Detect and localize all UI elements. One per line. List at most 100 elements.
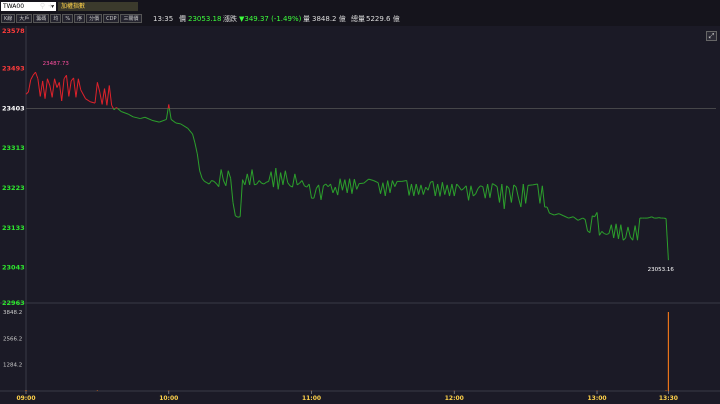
price-segment — [304, 185, 308, 188]
price-axis: 23578 23493 23403 23313 23223 23133 23043 22963 — [2, 27, 25, 307]
price-segment — [389, 180, 393, 193]
toolbar-button[interactable]: 三關價 — [120, 14, 142, 23]
price-segment — [608, 224, 612, 234]
price-segment — [622, 237, 626, 241]
price-segment — [27, 79, 32, 93]
symbol-input-value: TWA00 — [3, 3, 25, 10]
price-segment — [415, 183, 420, 195]
expand-icon[interactable]: ⤢ — [706, 31, 717, 41]
price-segment — [453, 183, 458, 197]
price-segment — [554, 213, 560, 216]
toolbar-button[interactable]: CDP — [103, 14, 120, 23]
price-segment — [275, 168, 279, 190]
price-segment — [632, 225, 636, 241]
y-tick-label: 23493 — [2, 65, 25, 73]
price-segment — [246, 173, 251, 186]
add-icon[interactable]: + — [47, 2, 54, 11]
price-segment — [577, 217, 583, 221]
price-segment — [232, 202, 236, 216]
y-tick-label: 23313 — [2, 144, 25, 152]
search-icon[interactable]: ⚲ — [39, 2, 46, 11]
x-tick-label: 10:00 — [159, 395, 178, 402]
toolbar-button[interactable]: 均 — [50, 14, 62, 23]
price-segment — [196, 153, 201, 171]
price-segment — [68, 80, 72, 97]
price-segment — [649, 216, 652, 219]
price-segment — [199, 170, 203, 179]
volume-bar — [667, 312, 670, 391]
price-segment — [194, 142, 198, 155]
toolbar-button[interactable]: K線 — [1, 14, 16, 23]
price-value: 23053.18 — [188, 15, 222, 23]
price-segment — [132, 116, 141, 120]
price-segment — [501, 183, 505, 209]
volume-value: 3848.2 億 — [312, 15, 346, 23]
price-segment — [204, 180, 208, 184]
price-segment — [465, 185, 470, 201]
volume-axis: 3848.2 2566.2 1284.2 — [3, 310, 22, 369]
price-segment — [451, 183, 455, 197]
volume-bar — [96, 390, 98, 391]
price-segment — [35, 71, 39, 79]
price-segment — [634, 225, 638, 241]
price-segment — [282, 170, 286, 185]
price-segment — [598, 231, 603, 236]
price-segment — [382, 182, 386, 197]
price-segment — [480, 185, 484, 188]
price-segment — [258, 180, 262, 184]
price-segment — [665, 218, 669, 261]
price-segment — [165, 108, 169, 120]
volume-bars — [25, 312, 670, 391]
price-segment — [266, 180, 269, 183]
price-segment — [380, 182, 384, 194]
price-segment — [589, 215, 593, 233]
price-segment — [492, 183, 495, 186]
price-segment — [510, 184, 515, 203]
price-segment — [46, 78, 51, 86]
price-segment — [272, 168, 277, 188]
time-axis: 09:00 10:00 11:00 12:00 13:00 13:30 — [16, 391, 678, 402]
toolbar-button[interactable]: 序 — [74, 14, 86, 23]
toolbar-button[interactable]: 分價 — [86, 14, 103, 23]
toolbar-button[interactable]: % — [62, 14, 74, 23]
price-segment — [140, 116, 146, 120]
volume-bar — [25, 390, 27, 391]
price-segment — [65, 75, 70, 97]
price-segment — [406, 180, 410, 196]
price-segment — [508, 188, 512, 203]
price-segment — [441, 182, 446, 195]
price-segment — [330, 183, 334, 194]
price-segment — [391, 180, 396, 187]
price-segment — [90, 101, 96, 104]
price-segment — [627, 226, 631, 238]
price-segment — [413, 183, 417, 197]
volume-tick-label: 2566.2 — [3, 336, 22, 342]
price-segment — [159, 118, 167, 123]
price-segment — [318, 184, 322, 201]
price-segment — [346, 178, 351, 193]
price-segment — [39, 80, 44, 97]
price-segment — [101, 88, 106, 105]
price-segment — [268, 171, 272, 182]
price-segment — [54, 78, 58, 88]
toolbar-button[interactable]: 大戶 — [16, 14, 33, 23]
price-segment — [180, 123, 189, 129]
price-segment — [44, 78, 48, 99]
volume-bar — [665, 390, 667, 391]
price-segment — [320, 185, 324, 201]
quote-time: 13:35 — [153, 15, 174, 23]
y-tick-label: 22963 — [2, 299, 25, 307]
price-segment — [308, 183, 313, 199]
toolbar-button[interactable]: 籌碼 — [33, 14, 50, 23]
price-segment — [408, 183, 412, 196]
price-segment — [261, 182, 265, 185]
price-segment — [603, 233, 607, 235]
volume-label: 量 — [303, 15, 310, 23]
price-segment — [458, 186, 462, 191]
price-segment — [30, 74, 34, 80]
price-segment — [341, 179, 346, 191]
price-segment — [503, 185, 508, 209]
price-segment — [456, 183, 460, 188]
price-segment — [294, 173, 298, 186]
price-segment — [427, 182, 431, 191]
